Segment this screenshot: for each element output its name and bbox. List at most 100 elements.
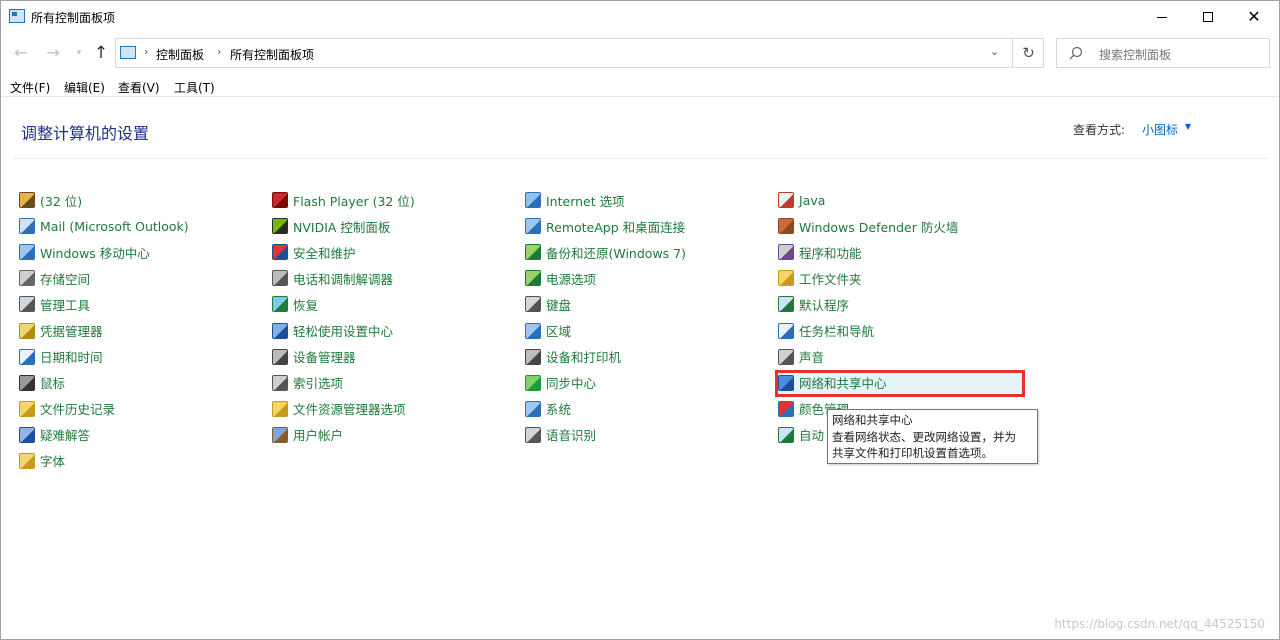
mobility-center-icon [19,244,35,261]
control-panel-item[interactable]: 文件历史记录 [19,396,269,422]
control-panel-item[interactable]: 默认程序 [778,291,1028,317]
menu-edit[interactable]: 编辑(E) [64,79,105,96]
close-button[interactable]: ✕ [1231,1,1277,33]
breadcrumb-all-items[interactable]: 所有控制面板项 [230,46,314,63]
control-panel-item[interactable]: 设备管理器 [272,344,522,370]
menu-tools[interactable]: 工具(T) [174,79,215,96]
control-panel-item[interactable]: 设备和打印机 [525,344,775,370]
control-panel-item[interactable]: 区域 [525,317,775,343]
control-panel-item[interactable]: Windows 移动中心 [19,239,269,265]
control-panel-item-label: 系统 [546,402,572,418]
items-column-1: (32 位) Mail (Microsoft Outlook) Windows 移动… [19,187,269,474]
control-panel-item[interactable]: 存储空间 [19,265,269,291]
control-panel-item[interactable]: 键盘 [525,291,775,317]
control-panel-item-label: 语音识别 [546,428,597,444]
control-panel-item[interactable]: 语音识别 [525,422,775,448]
control-panel-item[interactable]: Mail (Microsoft Outlook) [19,213,269,239]
control-panel-item[interactable]: 索引选项 [272,370,522,396]
back-arrow-icon[interactable]: ← [11,43,31,63]
control-panel-item-label: 区域 [546,324,572,340]
control-panel-item-label: 默认程序 [799,297,850,313]
control-panel-item[interactable]: NVIDIA 控制面板 [272,213,522,239]
mouse-icon [19,374,35,391]
control-panel-item[interactable]: 任务栏和导航 [778,317,1028,343]
control-panel-item-label: Windows Defender 防火墙 [799,219,959,235]
chevron-down-icon[interactable]: ⌄ [990,45,999,58]
control-panel-item[interactable]: 恢复 [272,291,522,317]
maximize-button[interactable] [1185,1,1231,33]
control-panel-item-label: Mail (Microsoft Outlook) [40,218,189,234]
menu-file[interactable]: 文件(F) [10,79,50,96]
control-panel-item[interactable]: 电话和调制解调器 [272,265,522,291]
control-panel-item[interactable]: 凭据管理器 [19,317,269,343]
device-manager-icon [272,348,288,365]
minimize-button[interactable] [1139,1,1185,33]
control-panel-icon [9,9,25,23]
control-panel-item-label: 同步中心 [546,376,597,392]
recent-locations-chevron-icon[interactable]: ▾ [69,43,89,63]
control-panel-item-label: (32 位) [40,193,83,209]
forward-arrow-icon[interactable]: → [43,43,63,63]
power-icon [525,270,541,287]
color-management-icon [778,400,794,417]
refresh-icon: ↻ [1022,44,1035,62]
control-panel-item[interactable]: 轻松使用设置中心 [272,317,522,343]
caret-down-icon[interactable]: ▼ [1185,122,1191,131]
control-panel-window: 所有控制面板项 ✕ ← → ▾ ↑ › 控制面板 › 所有控制面板项 ⌄ ↻ 搜… [0,0,1280,640]
view-by-dropdown[interactable]: 小图标 [1142,121,1178,138]
control-panel-item[interactable]: 鼠标 [19,370,269,396]
taskbar-icon [778,322,794,339]
control-panel-item[interactable]: Flash Player (32 位) [272,187,522,213]
control-panel-item[interactable]: 系统 [525,396,775,422]
mail-icon [19,218,35,235]
control-panel-item[interactable]: 字体 [19,448,269,474]
search-input[interactable]: 搜索控制面板 [1056,38,1270,68]
nvidia-icon [272,218,288,235]
control-panel-item[interactable]: 疑难解答 [19,422,269,448]
control-panel-item-label: 索引选项 [293,376,344,392]
control-panel-item-label: 键盘 [546,297,572,313]
control-panel-item[interactable]: 安全和维护 [272,239,522,265]
control-panel-item-label: 安全和维护 [293,245,356,261]
control-panel-item-label: 日期和时间 [40,350,103,366]
control-panel-item[interactable]: Internet 选项 [525,187,775,213]
breadcrumb-control-panel[interactable]: 控制面板 [156,46,204,63]
control-panel-item[interactable]: 文件资源管理器选项 [272,396,522,422]
control-panel-item[interactable]: RemoteApp 和桌面连接 [525,213,775,239]
control-panel-item-label: 管理工具 [40,297,91,313]
refresh-button[interactable]: ↻ [1014,38,1044,68]
control-panel-item[interactable]: 工作文件夹 [778,265,1028,291]
control-panel-item-label: 任务栏和导航 [799,324,875,340]
recovery-icon [272,296,288,313]
autoplay-icon [778,426,794,443]
items-column-3: Internet 选项 RemoteApp 和桌面连接 备份和还原(Windows … [525,187,775,448]
control-panel-item-label: 疑难解答 [40,428,91,444]
control-panel-item[interactable]: 同步中心 [525,370,775,396]
control-panel-item[interactable]: 备份和还原(Windows 7) [525,239,775,265]
region-icon [525,322,541,339]
up-arrow-icon[interactable]: ↑ [91,43,111,63]
control-panel-item[interactable]: (32 位) [19,187,269,213]
control-panel-item-label: Internet 选项 [546,193,625,209]
chevron-right-icon[interactable]: › [217,45,221,58]
watermark: https://blog.csdn.net/qq_44525150 [1054,617,1265,631]
control-panel-item[interactable]: 日期和时间 [19,344,269,370]
control-panel-item[interactable]: Java [778,187,1028,213]
control-panel-item[interactable]: 网络和共享中心 [778,370,1028,396]
control-panel-item[interactable]: 声音 [778,344,1028,370]
menu-view[interactable]: 查看(V) [118,79,160,96]
chevron-right-icon[interactable]: › [144,45,148,58]
default-programs-icon [778,296,794,313]
ease-of-access-icon [272,322,288,339]
indexing-icon [272,374,288,391]
control-panel-item[interactable]: 电源选项 [525,265,775,291]
control-panel-item[interactable]: 程序和功能 [778,239,1028,265]
control-panel-item[interactable]: Windows Defender 防火墙 [778,213,1028,239]
address-bar[interactable]: › 控制面板 › 所有控制面板项 ⌄ [115,38,1013,68]
divider [13,158,1269,159]
control-panel-item-label: 鼠标 [40,376,66,392]
control-panel-item-label: 字体 [40,454,66,470]
control-panel-item[interactable]: 管理工具 [19,291,269,317]
troubleshooting-icon [19,426,35,443]
control-panel-item[interactable]: 用户帐户 [272,422,522,448]
